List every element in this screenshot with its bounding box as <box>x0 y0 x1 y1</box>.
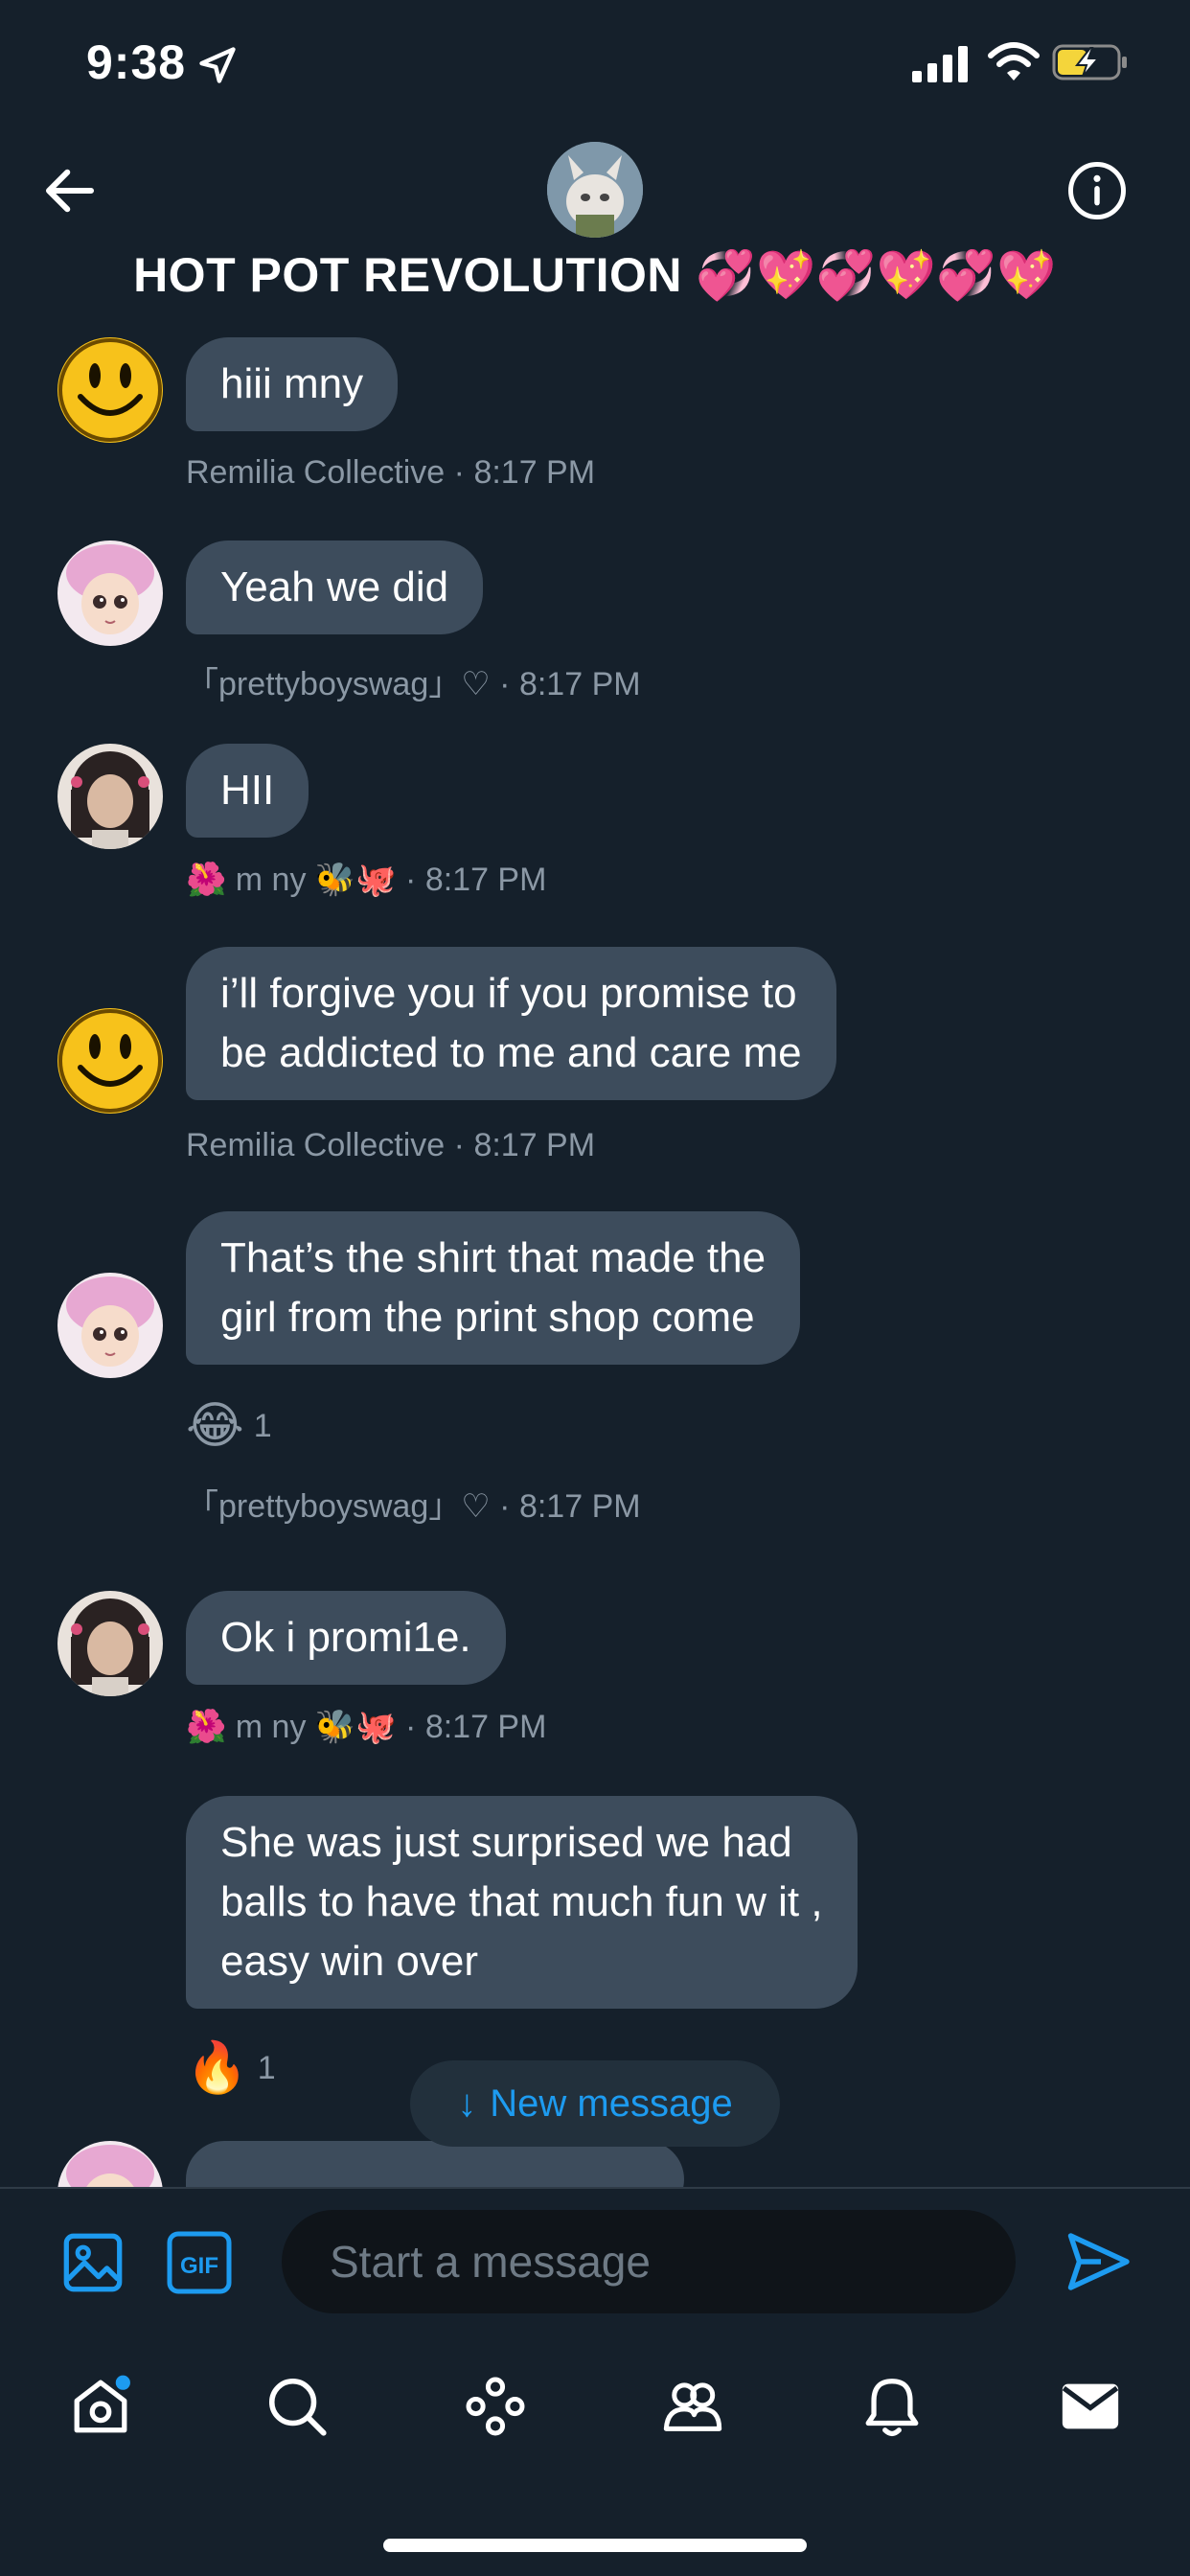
meta-separator: · <box>405 862 417 898</box>
cellular-signal-icon <box>912 46 968 82</box>
smiley-face-icon <box>58 338 162 442</box>
new-message-label: New message <box>490 2082 733 2125</box>
message-text-line: i’ll forgive you if you promise to <box>220 970 797 1017</box>
pink-hair-avatar-image <box>57 1273 163 1378</box>
group-avatar-image <box>547 142 643 238</box>
message-text: Yeah we did <box>220 564 449 610</box>
message-bubble[interactable]: That’s the shirt that made the girl from… <box>186 1211 801 1365</box>
message-reaction[interactable]: 😂 1 <box>186 1397 272 1455</box>
avatar[interactable] <box>57 1008 163 1114</box>
status-time: 9:38 <box>86 35 187 89</box>
message-sender: Remilia Collective <box>186 454 446 491</box>
gif-icon: GIF <box>167 2231 232 2294</box>
avatar[interactable] <box>57 1591 163 1696</box>
conversation-title-text: HOT POT REVOLUTION <box>133 248 682 302</box>
message-text: hiii mny <box>220 360 364 407</box>
status-bar: 9:38 <box>0 0 1190 134</box>
message-text-line: easy win over <box>220 1938 479 1985</box>
message-meta: 「prettyboyswag」♡ · 8:17 PM <box>186 1480 641 1527</box>
pink-hair-avatar-image <box>57 540 163 646</box>
message-sender: 🌺 m ny 🐝🐙 <box>186 1709 397 1745</box>
message-meta: Remilia Collective · 8:17 PM <box>186 1127 595 1164</box>
notifications-icon[interactable] <box>858 2373 926 2440</box>
messages-icon[interactable] <box>1057 2373 1124 2440</box>
battery-charging-icon <box>1052 44 1127 80</box>
send-icon[interactable] <box>1064 2227 1133 2296</box>
message-text-line: balls to have that much fun w it , <box>220 1878 823 1925</box>
reaction-count: 1 <box>253 1407 272 1444</box>
message-time: 8:17 PM <box>424 862 547 898</box>
new-message-button[interactable]: ↓ New message <box>410 2060 780 2147</box>
message-meta: Remilia Collective · 8:17 PM <box>186 454 595 492</box>
meta-separator: · <box>499 666 511 702</box>
message-text-line: She was just surprised we had <box>220 1819 792 1866</box>
message-bubble[interactable]: She was just surprised we had balls to h… <box>186 1796 858 2009</box>
home-icon[interactable] <box>67 2373 134 2440</box>
dark-hair-avatar-image <box>57 1591 163 1696</box>
avatar[interactable] <box>57 540 163 646</box>
message-text: HII <box>220 767 275 814</box>
avatar[interactable] <box>57 744 163 849</box>
reaction-count: 1 <box>257 2049 276 2086</box>
message-bubble[interactable]: i’ll forgive you if you promise to be ad… <box>186 947 836 1100</box>
smiley-face-icon <box>58 1009 162 1113</box>
group-avatar[interactable] <box>547 142 643 238</box>
info-icon[interactable] <box>1065 159 1129 222</box>
meta-separator: · <box>405 1709 417 1745</box>
message-meta: 🌺 m ny 🐝🐙 · 8:17 PM <box>186 1708 546 1746</box>
message-bubble[interactable]: HII <box>186 744 309 838</box>
spaces-icon[interactable] <box>462 2373 529 2440</box>
message-sender: Remilia Collective <box>186 1127 446 1163</box>
message-sender: 「prettyboyswag」♡ <box>186 1488 491 1525</box>
message-text: Ok i promi1e. <box>220 1614 471 1661</box>
conversation-title[interactable]: HOT POT REVOLUTION 💞💖💞💖💞💖 <box>0 247 1190 304</box>
message-sender: 🌺 m ny 🐝🐙 <box>186 862 397 898</box>
message-time: 8:17 PM <box>518 666 641 702</box>
message-sender: 「prettyboyswag」♡ <box>186 666 491 702</box>
avatar[interactable] <box>57 337 163 443</box>
meta-separator: · <box>453 1127 465 1163</box>
message-time: 8:17 PM <box>473 454 596 491</box>
back-arrow-icon[interactable] <box>38 159 102 222</box>
home-indicator <box>383 2539 807 2552</box>
message-text-line: be addicted to me and care me <box>220 1029 802 1076</box>
location-arrow-icon <box>199 47 236 83</box>
reaction-emoji: 🔥 <box>186 2040 248 2096</box>
message-input[interactable] <box>282 2210 1016 2313</box>
message-bubble[interactable]: Yeah we did <box>186 540 484 634</box>
dark-hair-avatar-image <box>57 744 163 849</box>
message-time: 8:17 PM <box>424 1709 547 1745</box>
conversation-title-emojis: 💞💖💞💖💞💖 <box>696 248 1057 302</box>
reaction-emoji: 😂 <box>186 1398 244 1454</box>
meta-separator: · <box>499 1488 511 1525</box>
message-text-line: That’s the shirt that made the <box>220 1234 767 1281</box>
communities-icon[interactable] <box>659 2373 726 2440</box>
message-text-line: girl from the print shop come <box>220 1294 755 1341</box>
wifi-icon <box>988 42 1040 80</box>
gif-button[interactable]: GIF <box>167 2231 232 2294</box>
gif-label: GIF <box>180 2253 218 2279</box>
meta-separator: · <box>453 454 465 491</box>
arrow-down-icon: ↓ <box>457 2082 477 2125</box>
message-time: 8:17 PM <box>473 1127 596 1163</box>
message-meta: 「prettyboyswag」♡ · 8:17 PM <box>186 657 641 704</box>
message-bubble[interactable]: hiii mny <box>186 337 399 431</box>
message-bubble[interactable]: Ok i promi1e. <box>186 1591 506 1685</box>
search-icon[interactable] <box>263 2373 331 2440</box>
message-reaction[interactable]: 🔥 1 <box>186 2039 276 2097</box>
message-meta: 🌺 m ny 🐝🐙 · 8:17 PM <box>186 861 546 899</box>
avatar[interactable] <box>57 1273 163 1378</box>
image-icon[interactable] <box>59 2229 126 2296</box>
message-time: 8:17 PM <box>518 1488 641 1525</box>
